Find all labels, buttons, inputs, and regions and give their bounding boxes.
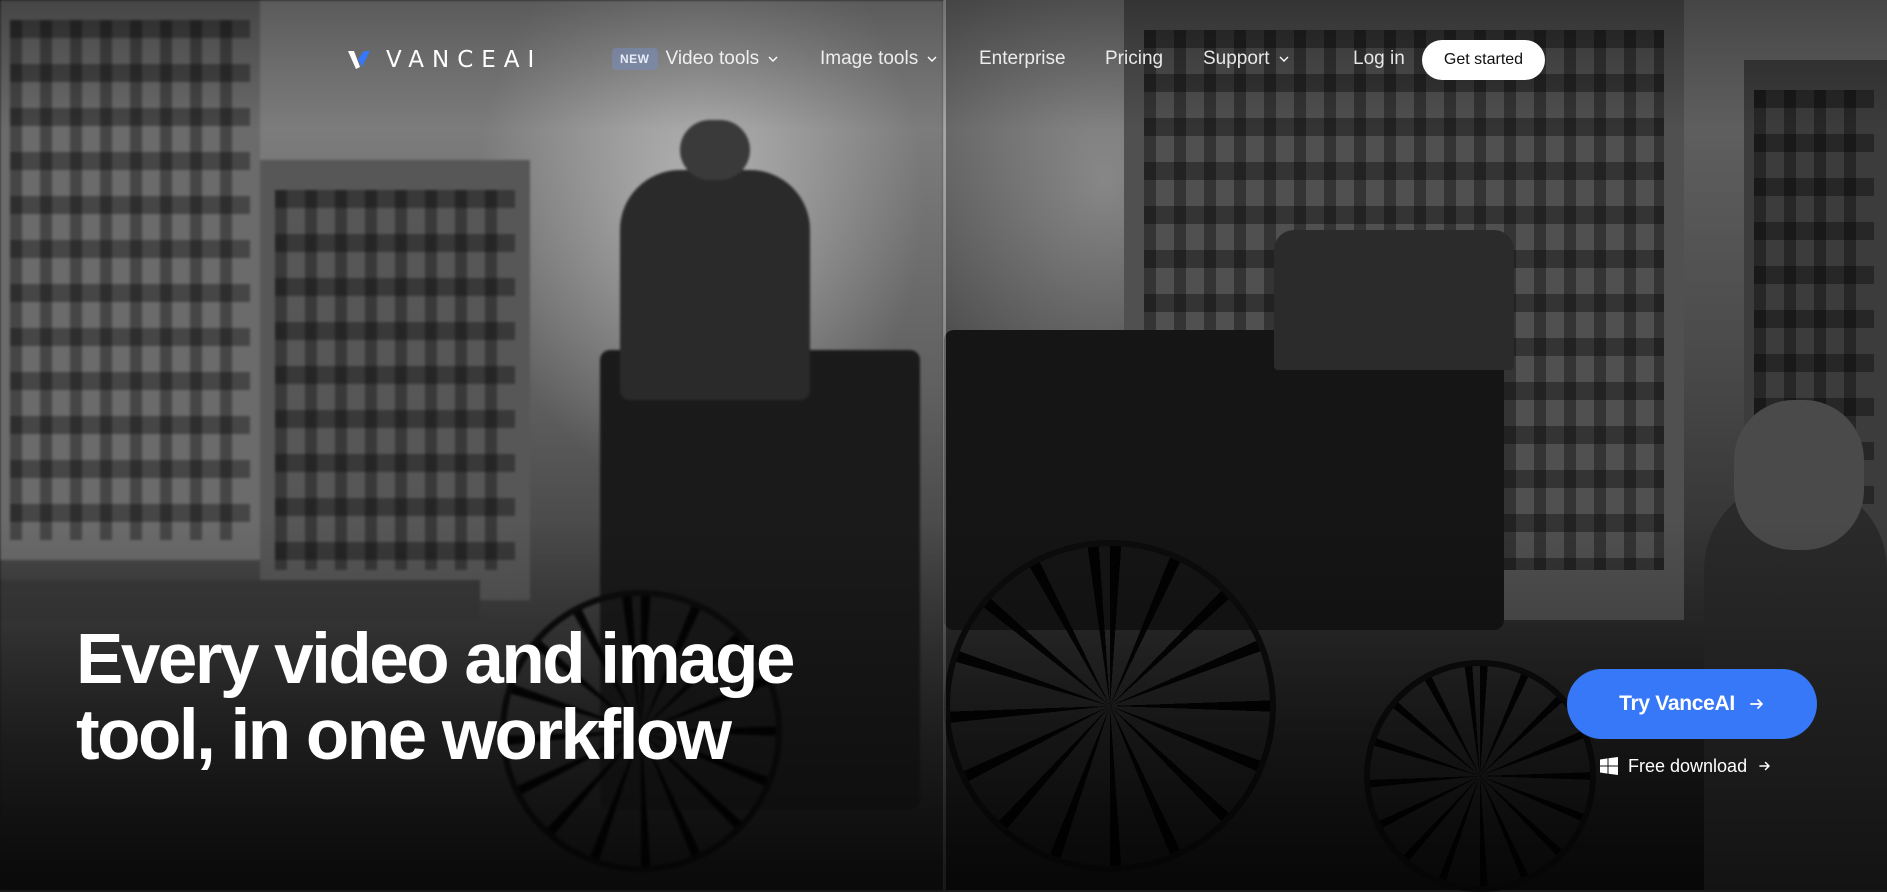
nav-enterprise-label: Enterprise [979, 48, 1066, 69]
free-download-link[interactable]: Free download [1600, 754, 1773, 778]
free-download-label: Free download [1628, 755, 1748, 776]
arrow-right-icon [1759, 761, 1770, 771]
nav-image-tools-label: Image tools [820, 48, 919, 69]
hero-headline-line-1: Every video and image [76, 620, 796, 699]
try-vanceai-button[interactable]: Try VanceAI [1567, 669, 1817, 739]
brand-name: VANCEAI [386, 47, 543, 73]
arrow-right-icon [1749, 699, 1763, 709]
nav-pricing-label: Pricing [1105, 48, 1164, 69]
chevron-down-icon [1279, 56, 1289, 62]
hero-headline: Every video and image tool, in one workf… [76, 622, 836, 774]
nav-support-label: Support [1203, 48, 1270, 69]
try-vanceai-label: Try VanceAI [1619, 692, 1735, 715]
chevron-down-icon [768, 56, 778, 62]
nav-pricing[interactable]: Pricing [1105, 46, 1163, 72]
nav-video-tools[interactable]: NEW Video tools [612, 46, 779, 72]
new-badge: NEW [612, 48, 658, 70]
nav-video-tools-label: Video tools [665, 48, 760, 69]
nav-enterprise[interactable]: Enterprise [979, 46, 1066, 72]
login-link[interactable]: Log in [1353, 46, 1405, 72]
windows-icon [1600, 757, 1618, 775]
login-label: Log in [1353, 48, 1405, 69]
top-navigation: VANCEAI NEW Video tools Image tools Ente… [0, 0, 1887, 120]
nav-image-tools[interactable]: Image tools [820, 46, 938, 72]
brand-logo[interactable]: VANCEAI [348, 46, 542, 74]
hero-headline-line-2: tool, in one workflow [76, 696, 732, 775]
get-started-button[interactable]: Get started [1422, 40, 1545, 80]
nav-support[interactable]: Support [1203, 46, 1290, 72]
chevron-down-icon [927, 56, 937, 62]
vanceai-logo-icon [348, 51, 370, 69]
